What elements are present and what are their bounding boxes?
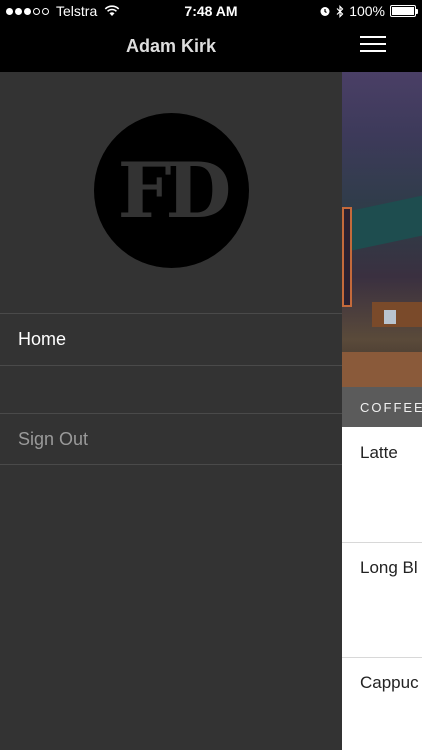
menu-item-blank[interactable] bbox=[0, 365, 342, 417]
hero-image bbox=[342, 72, 422, 387]
logo-text: FD bbox=[117, 146, 232, 235]
battery-icon bbox=[390, 5, 418, 17]
hero-counter bbox=[372, 302, 422, 327]
battery-fill bbox=[392, 7, 414, 15]
main-header bbox=[342, 24, 422, 72]
drawer-header: Adam Kirk bbox=[0, 24, 342, 72]
hero-floor bbox=[342, 352, 422, 387]
status-right: 100% bbox=[319, 3, 418, 19]
hero-sign bbox=[384, 310, 396, 324]
menu-line bbox=[360, 50, 386, 52]
section-header-coffee: COFFEE bbox=[342, 387, 422, 427]
menu-item-home[interactable]: Home bbox=[0, 313, 342, 365]
menu-item-sign-out[interactable]: Sign Out bbox=[0, 413, 342, 465]
list-item-label: Latte bbox=[360, 443, 398, 462]
battery-percent: 100% bbox=[349, 3, 385, 19]
list-item[interactable]: Long Bl bbox=[342, 542, 422, 658]
section-label: COFFEE bbox=[360, 399, 422, 415]
list-item-label: Long Bl bbox=[360, 558, 418, 577]
list-item[interactable]: Latte bbox=[342, 427, 422, 543]
alarm-icon bbox=[320, 7, 330, 16]
menu-line bbox=[360, 36, 386, 38]
status-bar: Telstra 7:48 AM 100% bbox=[0, 0, 422, 24]
list-item-label: Cappuc bbox=[360, 673, 419, 692]
menu-line bbox=[360, 43, 386, 45]
user-name: Adam Kirk bbox=[125, 36, 217, 56]
menu-item-label: Home bbox=[18, 329, 67, 349]
hamburger-menu-icon[interactable] bbox=[360, 36, 386, 56]
logo: FD bbox=[94, 113, 249, 268]
hero-awning bbox=[352, 193, 422, 251]
list-item[interactable]: Cappuc bbox=[342, 657, 422, 750]
hero-stall bbox=[342, 207, 352, 307]
side-drawer: FD Home Sign Out bbox=[0, 72, 342, 750]
menu-item-label: Sign Out bbox=[18, 428, 89, 449]
bluetooth-icon bbox=[336, 4, 344, 18]
product-list: Latte Long Bl Cappuc bbox=[342, 427, 422, 750]
